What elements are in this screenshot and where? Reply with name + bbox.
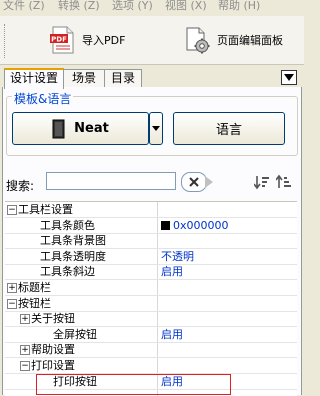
- property-name: 打印按钮: [53, 374, 97, 388]
- property-row[interactable]: − 工具栏设置: [5, 202, 297, 218]
- property-value[interactable]: 启用: [158, 374, 183, 389]
- expand-icon[interactable]: +: [20, 314, 30, 325]
- property-row[interactable]: 打印按钮 启用: [5, 374, 297, 390]
- panel-menu-button[interactable]: [281, 70, 297, 85]
- main-toolbar: PDF 导入PDF 页面编辑面板: [0, 16, 304, 65]
- property-row[interactable]: − 按钮栏: [5, 296, 297, 312]
- property-name: 工具条斜边: [40, 265, 95, 279]
- triangle-down-icon: [284, 74, 294, 81]
- property-name: 标题栏: [18, 281, 51, 294]
- color-swatch: [161, 221, 170, 231]
- collapse-icon[interactable]: −: [7, 205, 17, 215]
- language-button-label: 语言: [215, 123, 242, 138]
- template-dropdown-button[interactable]: [149, 112, 163, 145]
- collapse-icon[interactable]: −: [7, 298, 17, 309]
- property-value-text: 启用: [161, 374, 183, 388]
- property-row[interactable]: 工具条斜边 启用: [5, 264, 297, 281]
- tab-strip: 设计设置 场景 目录: [0, 68, 304, 89]
- search-input[interactable]: [46, 172, 176, 190]
- property-row[interactable]: + 关于按钮: [5, 311, 297, 328]
- sort-descending-icon[interactable]: [254, 174, 270, 190]
- property-row[interactable]: + 帮助设置: [5, 342, 297, 359]
- book-icon: [52, 119, 66, 138]
- property-value-text: 启用: [161, 265, 183, 279]
- menu-file[interactable]: 文件 (Z): [3, 0, 45, 14]
- svg-text:PDF: PDF: [51, 36, 67, 44]
- search-go-icon[interactable]: [205, 176, 213, 188]
- menu-view[interactable]: 视图 (X): [165, 0, 207, 14]
- property-name: 帮助设置: [31, 343, 75, 357]
- property-row[interactable]: 全屏按钮 启用: [5, 327, 297, 343]
- close-icon: [189, 177, 199, 187]
- template-button[interactable]: Neat: [12, 112, 149, 145]
- sort-ascending-icon[interactable]: [276, 174, 292, 190]
- property-value[interactable]: 0x000000: [158, 218, 229, 233]
- expand-icon[interactable]: +: [7, 283, 17, 293]
- page-settings-icon: [186, 27, 210, 54]
- menu-options[interactable]: 选项 (Y): [112, 0, 153, 14]
- import-pdf-button[interactable]: PDF 导入PDF: [50, 25, 125, 55]
- page-editor-label: 页面编辑面板: [217, 34, 283, 47]
- property-name: 按钮栏: [18, 296, 51, 310]
- import-pdf-label: 导入PDF: [82, 34, 126, 47]
- tab-contents[interactable]: 目录: [104, 69, 142, 87]
- pdf-file-icon: PDF: [50, 26, 74, 54]
- property-value-text: 0x000000: [173, 218, 229, 232]
- property-name: 全屏按钮: [53, 327, 97, 341]
- property-row[interactable]: 工具条透明度 不透明: [5, 249, 297, 265]
- property-value-text: 不透明: [161, 249, 194, 263]
- menu-convert[interactable]: 转换 (Z): [58, 0, 100, 14]
- menu-help[interactable]: 帮助 (H): [218, 0, 260, 14]
- property-value[interactable]: 启用: [158, 327, 183, 342]
- menu-bar: 文件 (Z) 转换 (Z) 选项 (Y) 视图 (X) 帮助 (H): [0, 0, 304, 16]
- tab-scene[interactable]: 场景: [63, 69, 105, 87]
- page-editor-button[interactable]: 页面编辑面板: [183, 25, 283, 55]
- property-row[interactable]: + 标题栏: [5, 280, 297, 296]
- property-row[interactable]: 工具条颜色 0x000000: [5, 218, 297, 234]
- tab-design-settings[interactable]: 设计设置: [4, 68, 64, 89]
- toolbar-grip[interactable]: [4, 24, 7, 58]
- property-name: 工具条背景图: [40, 234, 106, 248]
- property-row[interactable]: 工具条背景图: [5, 233, 297, 250]
- property-value[interactable]: 不透明: [158, 249, 194, 264]
- property-row[interactable]: − 打印设置: [5, 358, 297, 374]
- property-name: 工具栏设置: [18, 203, 73, 216]
- clear-search-button[interactable]: [181, 172, 207, 192]
- template-button-label: Neat: [74, 121, 109, 136]
- property-value[interactable]: 启用: [158, 264, 183, 279]
- search-label: 搜索:: [6, 179, 35, 193]
- collapse-icon[interactable]: −: [20, 361, 30, 371]
- group-title: 模板&语言: [12, 90, 74, 107]
- expand-icon[interactable]: +: [20, 345, 30, 356]
- property-name: 打印设置: [31, 359, 75, 372]
- property-value-text: 启用: [161, 327, 183, 341]
- property-grid: − 工具栏设置 工具条颜色 0x000000 工具条背景图 工具条透明度 不透明 工具条斜边启…: [5, 201, 297, 396]
- property-name: 工具条颜色: [40, 218, 95, 232]
- language-button[interactable]: 语言: [173, 112, 285, 145]
- property-name: 关于按钮: [31, 312, 75, 326]
- chevron-down-icon: [152, 126, 160, 131]
- property-name: 工具条透明度: [40, 249, 106, 263]
